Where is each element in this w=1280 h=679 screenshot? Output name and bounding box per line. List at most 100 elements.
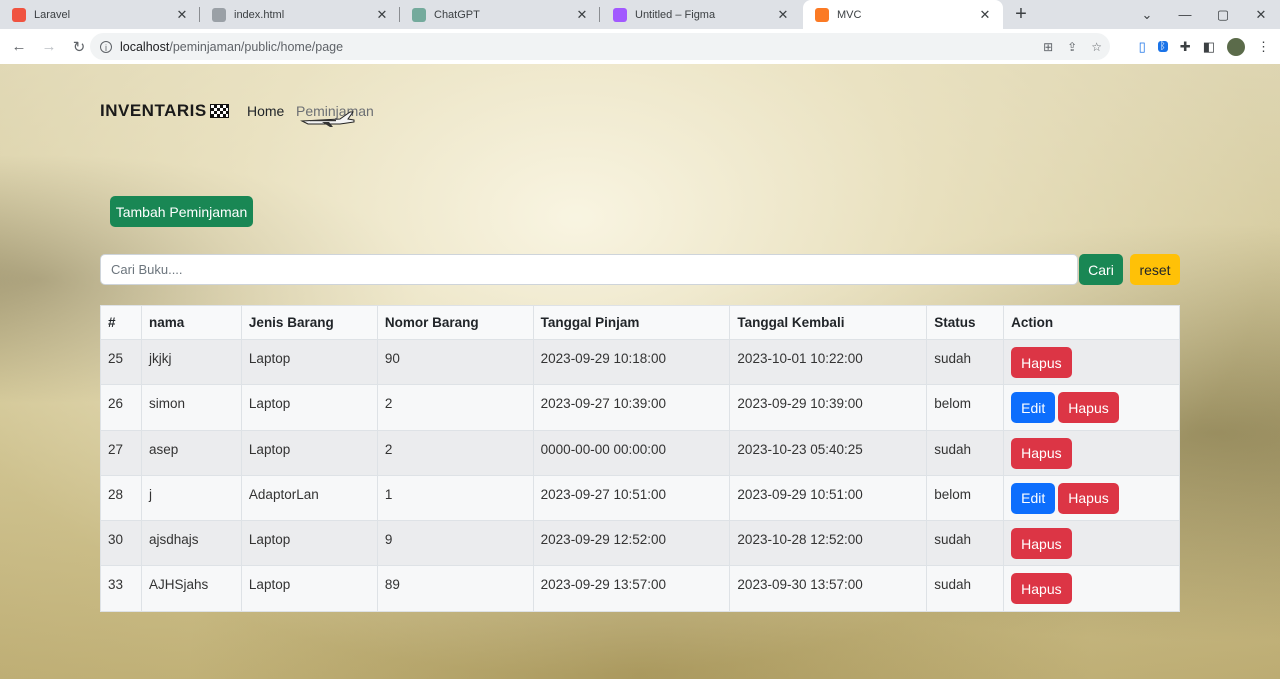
browser-tab[interactable]: index.html ✕: [200, 0, 400, 29]
new-tab-icon[interactable]: +: [1003, 0, 1039, 29]
tab-title: ChatGPT: [434, 8, 480, 21]
table-row: 26 simon Laptop 2 2023-09-27 10:39:00 2023-09…: [100, 384, 1180, 431]
tab-title: index.html: [234, 8, 285, 21]
cell-jenis-barang: AdaptorLan: [240, 474, 378, 522]
bookmark-star-icon[interactable]: ☆: [1091, 40, 1102, 54]
tab-title: Laravel: [34, 8, 71, 21]
share-icon[interactable]: ⇪: [1067, 40, 1077, 54]
cell-jenis-barang: Laptop: [240, 338, 378, 386]
peminjaman-table: # nama Jenis Barang Nomor Barang Tanggal Pin…: [100, 305, 1180, 612]
browser-toolbar: ← → ↻ i localhost/peminjaman/public/home…: [0, 29, 1280, 64]
tab-title: Untitled – Figma: [635, 8, 716, 21]
cell-status: belom: [926, 474, 1005, 522]
column-header: #: [100, 305, 142, 340]
cell-actions: Hapus: [1003, 338, 1180, 386]
cell-actions: Hapus: [1003, 520, 1180, 567]
cell-id: 33: [100, 565, 142, 612]
cell-id: 30: [100, 520, 142, 567]
back-icon[interactable]: ←: [6, 34, 32, 60]
reset-button[interactable]: reset: [1130, 254, 1180, 285]
figma-icon: [613, 7, 627, 22]
close-tab-icon[interactable]: ✕: [574, 7, 590, 23]
close-tab-icon[interactable]: ✕: [374, 7, 390, 23]
table-row: 28 j AdaptorLan 1 2023-09-27 10:51:00 2023-09…: [100, 474, 1180, 522]
cell-id: 28: [100, 474, 142, 522]
close-window-icon[interactable]: ✕: [1242, 7, 1280, 23]
cell-id: 26: [100, 384, 142, 431]
browser-tab[interactable]: Untitled – Figma ✕: [601, 0, 801, 29]
cell-status: sudah: [926, 338, 1005, 386]
cell-tanggal-kembali: 2023-10-23 05:40:25: [729, 429, 928, 476]
tab-title: MVC: [837, 8, 862, 21]
cell-jenis-barang: Laptop: [240, 429, 378, 476]
site-info-icon[interactable]: i: [100, 40, 112, 53]
address-bar[interactable]: i localhost/peminjaman/public/home/page …: [90, 33, 1110, 60]
extension-doc-icon[interactable]: ▯: [1139, 39, 1146, 55]
delete-button[interactable]: Hapus: [1011, 528, 1072, 560]
cell-actions: Hapus: [1003, 565, 1180, 612]
cell-tanggal-pinjam: 2023-09-27 10:51:00: [532, 474, 731, 522]
delete-button[interactable]: Hapus: [1011, 437, 1072, 469]
browser-tab[interactable]: Laravel ✕: [0, 0, 200, 29]
forward-icon[interactable]: →: [36, 34, 62, 60]
delete-button[interactable]: Hapus: [1058, 482, 1119, 514]
maximize-icon[interactable]: ▢: [1204, 7, 1242, 23]
cell-jenis-barang: Laptop: [240, 565, 378, 612]
cell-nama: simon: [140, 384, 242, 431]
extension-bluetooth-icon[interactable]: ᛒ: [1157, 41, 1168, 52]
cell-id: 27: [100, 429, 142, 476]
window-controls: ⌄ — ▢ ✕: [1128, 0, 1280, 29]
column-header: Tanggal Pinjam: [532, 305, 731, 340]
table-row: 27 asep Laptop 2 0000-00-00 00:00:00 2023-10-…: [100, 429, 1180, 476]
cell-tanggal-kembali: 2023-09-30 13:57:00: [729, 565, 928, 612]
cell-nomor-barang: 1: [376, 474, 534, 522]
side-panel-icon[interactable]: ◧: [1203, 39, 1215, 55]
cell-actions: Edit Hapus: [1003, 474, 1180, 522]
cell-tanggal-kembali: 2023-10-28 12:52:00: [729, 520, 928, 567]
airplane-icon: [300, 111, 355, 127]
browser-tab[interactable]: MVC ✕: [803, 0, 1003, 29]
more-menu-icon[interactable]: ⋮: [1257, 39, 1270, 55]
cell-jenis-barang: Laptop: [240, 384, 378, 431]
cell-tanggal-kembali: 2023-10-01 10:22:00: [729, 338, 928, 386]
delete-button[interactable]: Hapus: [1011, 573, 1072, 605]
checkered-flag-icon: [209, 104, 229, 118]
reload-icon[interactable]: ↻: [66, 34, 92, 60]
tab-search-icon[interactable]: ⌄: [1128, 7, 1166, 23]
delete-button[interactable]: Hapus: [1011, 347, 1072, 378]
edit-button[interactable]: Edit: [1011, 392, 1056, 424]
cell-tanggal-pinjam: 2023-09-29 10:18:00: [532, 338, 731, 386]
browser-tab[interactable]: ChatGPT ✕: [400, 0, 600, 29]
cell-nomor-barang: 89: [376, 565, 534, 612]
url-host: localhost: [120, 39, 170, 54]
laravel-icon: [12, 7, 26, 22]
extensions-puzzle-icon[interactable]: ✚: [1180, 39, 1191, 55]
edit-button[interactable]: Edit: [1011, 482, 1056, 514]
close-tab-icon[interactable]: ✕: [775, 7, 791, 23]
minimize-icon[interactable]: —: [1166, 7, 1204, 22]
url-path: /peminjaman/public/home/page: [169, 39, 344, 54]
table-header-row: # nama Jenis Barang Nomor Barang Tanggal Pin…: [100, 305, 1180, 340]
profile-avatar[interactable]: [1227, 37, 1245, 56]
cell-status: sudah: [926, 520, 1005, 567]
column-header: nama: [140, 305, 242, 340]
cell-actions: Hapus: [1003, 429, 1180, 476]
navbar-brand[interactable]: INVENTARIS: [100, 101, 229, 121]
close-tab-icon[interactable]: ✕: [174, 7, 190, 23]
add-peminjaman-button[interactable]: Tambah Peminjaman: [110, 196, 253, 227]
translate-icon[interactable]: ⊞: [1043, 40, 1053, 54]
column-header: Nomor Barang: [376, 305, 534, 340]
cell-nomor-barang: 90: [376, 338, 534, 386]
cell-nama: ajsdhajs: [140, 520, 242, 567]
close-tab-icon[interactable]: ✕: [977, 7, 993, 23]
cell-nama: asep: [140, 429, 242, 476]
search-button[interactable]: Cari: [1079, 254, 1123, 285]
chatgpt-icon: [412, 7, 426, 22]
cell-nama: AJHSjahs: [140, 565, 242, 612]
table-row: 30 ajsdhajs Laptop 9 2023-09-29 12:52:00 2023…: [100, 520, 1180, 567]
delete-button[interactable]: Hapus: [1058, 392, 1119, 424]
nav-link-home[interactable]: Home: [247, 103, 284, 119]
cell-actions: Edit Hapus: [1003, 384, 1180, 431]
search-input[interactable]: [100, 254, 1078, 285]
column-header: Tanggal Kembali: [729, 305, 928, 340]
